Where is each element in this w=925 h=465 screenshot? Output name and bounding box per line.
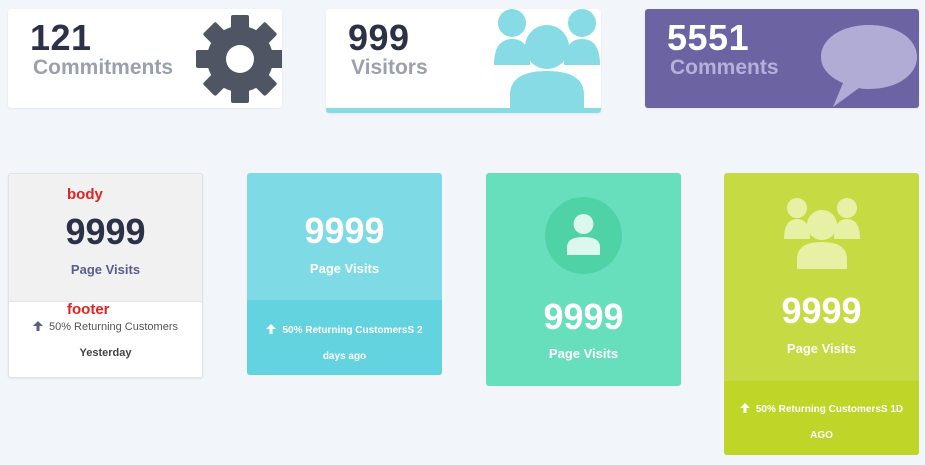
avatar [545,197,622,274]
stat-tile-visitors: 999 Visitors [326,9,601,113]
arrow-up-icon [266,324,277,334]
card-page-visits-plain: body 9999 Page Visits footer 50% Returni… [8,173,203,378]
card-label: Page Visits [548,346,619,361]
card-footer: 50% Returning CustomersS 2 days ago [247,300,442,375]
arrow-up-icon [739,403,750,413]
footer-line: 50% Returning CustomersS 2 days ago [259,318,430,370]
accent-bar [326,108,601,113]
card-value: 9999 [543,296,624,337]
footer-line: 50% Returning Customers [9,321,202,333]
card-footer: footer 50% Returning Customers Yesterday [9,301,202,377]
gear-icon [196,15,282,103]
stat-tile-comments: 5551 Comments [645,9,919,108]
stat-label: Comments [670,56,779,79]
footer-text: 50% Returning Customers [48,321,178,333]
card-body: body 9999 Page Visits [9,174,202,302]
card-value: 9999 [304,210,385,251]
card-page-visits-mint: 9999 Page Visits [486,173,681,386]
stat-value: 121 [30,17,92,58]
card-page-visits-cyan: 9999 Page Visits 50% Returning Customers… [247,173,442,375]
users-icon [494,9,600,109]
footer-text: 50% Returning CustomersS 1D AGO [755,404,904,441]
stat-tile-commitments: 121 Commitments [8,9,282,108]
card-label: Page Visits [309,261,380,276]
card-label: Page Visits [786,341,857,356]
card-value: 9999 [781,290,862,331]
card-footer: 50% Returning CustomersS 1D AGO [724,381,919,455]
speech-bubble-icon [821,25,917,107]
footer-time: Yesterday [79,347,132,359]
users-icon [784,198,860,269]
footer-line: 50% Returning CustomersS 1D AGO [732,397,911,449]
card-page-visits-lime: 9999 Page Visits 50% Returning Customers… [724,173,919,455]
arrow-up-icon [32,321,43,331]
stat-value: 5551 [667,17,750,58]
stat-value: 999 [348,17,410,58]
card-label: Page Visits [70,262,141,277]
stat-label: Commitments [33,56,174,79]
card-value: 9999 [65,211,146,252]
stat-label: Visitors [351,56,428,79]
footer-tag-label: footer [67,301,110,318]
user-icon [567,214,600,255]
body-tag-label: body [67,186,103,203]
footer-text: 50% Returning CustomersS 2 days ago [282,325,423,362]
